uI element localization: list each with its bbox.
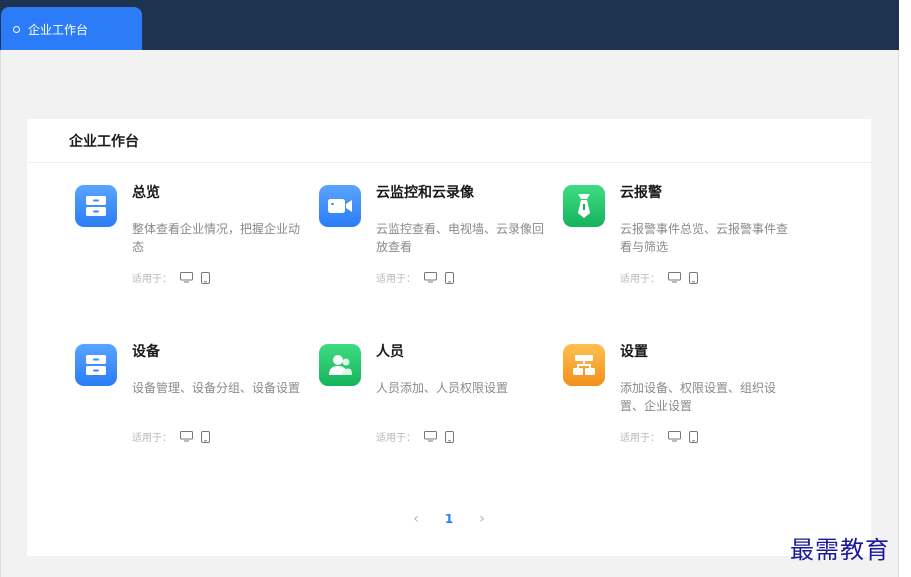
top-bar: 企业工作台 — [0, 0, 899, 51]
watermark: 最需教育 — [790, 536, 890, 564]
platform-label: 适用于： — [620, 433, 660, 444]
mobile-icon — [689, 430, 698, 443]
tab-label: 企业工作台 — [28, 22, 89, 37]
desktop-icon — [668, 431, 681, 442]
app-desc: 设备管理、设备分组、设备设置 — [132, 381, 301, 395]
mobile-icon — [445, 271, 454, 284]
app-desc: 整体查看企业情况，把握企业动态 — [132, 222, 301, 254]
mobile-icon — [445, 430, 454, 443]
mobile-icon — [689, 271, 698, 284]
desktop-icon — [424, 272, 437, 283]
org-chart-icon — [563, 344, 605, 386]
desktop-icon — [424, 431, 437, 442]
tab-dot-icon — [13, 25, 20, 33]
page-1-button[interactable]: 1 — [445, 512, 453, 526]
workbench-card: 企业工作台 总览 整体查看企业情况，把握企业动态 适用于： 云监控和云录像 云监… — [27, 119, 871, 556]
next-page-button[interactable]: › — [479, 511, 485, 527]
platform-label: 适用于： — [132, 274, 172, 285]
app-title: 人员 — [376, 344, 404, 360]
cabinet-icon — [75, 344, 117, 386]
app-title: 云报警 — [620, 185, 662, 201]
platform-row: 适用于： — [132, 429, 210, 444]
workbench-title: 企业工作台 — [27, 119, 871, 163]
cabinet-icon — [75, 185, 117, 227]
app-desc: 云报警事件总览、云报警事件查看与筛选 — [620, 222, 789, 254]
prev-page-button[interactable]: ‹ — [413, 511, 419, 527]
alarm-tie-icon — [563, 185, 605, 227]
app-title: 云监控和云录像 — [376, 185, 474, 201]
app-title: 设置 — [620, 344, 648, 360]
platform-row: 适用于： — [620, 270, 698, 285]
app-desc: 添加设备、权限设置、组织设置、企业设置 — [620, 381, 777, 413]
video-camera-icon — [319, 185, 361, 227]
app-desc: 云监控查看、电视墙、云录像回放查看 — [376, 222, 545, 254]
platform-label: 适用于： — [376, 274, 416, 285]
platform-label: 适用于： — [132, 433, 172, 444]
platform-row: 适用于： — [132, 270, 210, 285]
platform-label: 适用于： — [620, 274, 660, 285]
app-title: 总览 — [132, 185, 160, 201]
desktop-icon — [180, 272, 193, 283]
desktop-icon — [180, 431, 193, 442]
mobile-icon — [201, 271, 210, 284]
platform-label: 适用于： — [376, 433, 416, 444]
app-desc: 人员添加、人员权限设置 — [376, 381, 509, 395]
platform-row: 适用于： — [376, 429, 454, 444]
people-icon — [319, 344, 361, 386]
platform-row: 适用于： — [620, 429, 698, 444]
tab-enterprise-workbench[interactable]: 企业工作台 — [1, 7, 142, 51]
pagination: ‹ 1 › — [27, 511, 871, 527]
desktop-icon — [668, 272, 681, 283]
platform-row: 适用于： — [376, 270, 454, 285]
app-title: 设备 — [132, 344, 160, 360]
mobile-icon — [201, 430, 210, 443]
